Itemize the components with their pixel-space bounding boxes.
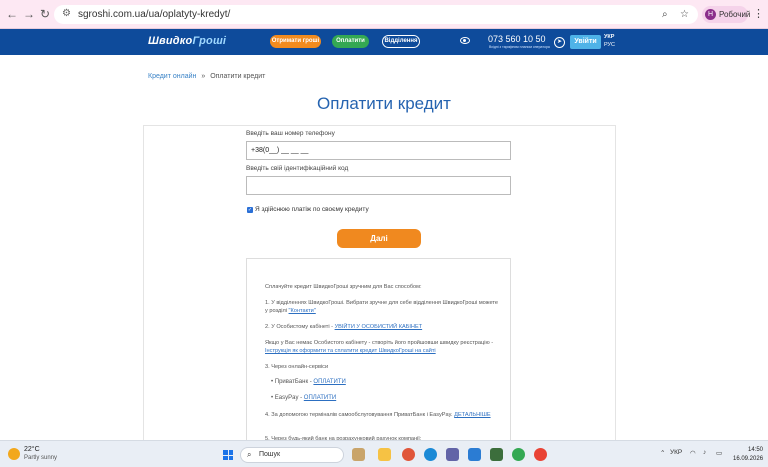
clock-date: 16.09.2026 (733, 456, 764, 462)
volume-icon[interactable]: ♪ (703, 449, 706, 456)
windows-start-icon[interactable] (223, 450, 233, 460)
page-content: Кредит онлайн » Оплатити кредит Оплатити… (0, 55, 768, 448)
easypay-label: EasyPay - (274, 395, 303, 401)
info-note: Якщо у Вас немає Особистого кабінету - с… (265, 339, 500, 355)
edge-icon[interactable] (424, 448, 437, 461)
teams-icon[interactable] (446, 448, 459, 461)
chrome-icon[interactable] (534, 448, 547, 461)
get-money-button[interactable]: Отримати гроші (270, 35, 321, 48)
clock[interactable]: 14:50 16.09.2026 (733, 446, 763, 464)
keyboard-lang[interactable]: УКР (670, 449, 682, 456)
taskbar-search-text: Пошук (259, 451, 281, 458)
next-button[interactable]: Далі (337, 229, 421, 248)
login-button[interactable]: Увійти (570, 35, 601, 49)
app-icon-3[interactable] (402, 448, 415, 461)
search-icon: ⌕ (247, 450, 252, 459)
own-credit-checkbox[interactable]: ✓ (247, 207, 253, 213)
logo-text-2: Гроші (192, 35, 227, 47)
info-item-2-text: 2. У Особистому кабінеті - (265, 324, 334, 330)
id-code-label: Введіть свій ідентифікаційний код (246, 165, 349, 172)
site-info-icon[interactable]: ⚙ (62, 8, 71, 19)
telegram-icon[interactable]: ➤ (554, 37, 565, 48)
logo-text-1: Швидко (148, 35, 193, 47)
profile-name: Робочий (719, 10, 751, 19)
phone-note: Вхідні з тарифним планом оператора (489, 45, 550, 49)
tray-arrow-icon[interactable]: ⌃ (660, 449, 665, 457)
windows-taskbar: 22°C Partly sunny ⌕ Пошук ⌃ УКР ◠ ♪ ▭ 14… (0, 440, 768, 467)
info-item-2: 2. У Особистому кабінеті - УВІЙТИ У ОСОБ… (265, 323, 500, 331)
breadcrumb: Кредит онлайн » Оплатити кредит (148, 73, 265, 80)
bookmark-star-icon[interactable]: ☆ (680, 9, 689, 20)
phone-label: Введіть ваш номер телефону (246, 130, 335, 137)
site-header: ШвидкоГроші Отримати гроші Оплатити Відд… (0, 29, 768, 55)
taskbar-search[interactable]: ⌕ Пошук (240, 447, 344, 463)
url-text[interactable]: sgroshi.com.ua/ua/oplatyty-kredyt/ (78, 9, 230, 20)
info-item-3: 3. Через онлайн-сервіси (265, 364, 329, 370)
id-code-input[interactable] (246, 176, 511, 195)
weather-temp[interactable]: 22°C (24, 446, 40, 453)
info-item-1: 1. У відділеннях ШвидкоГроші. Вибрати зр… (265, 299, 500, 315)
lang-ua[interactable]: УКР (604, 34, 614, 40)
breadcrumb-current: Оплатити кредит (210, 73, 266, 80)
weather-desc[interactable]: Partly sunny (24, 455, 57, 461)
info-item-4-text: 4. За допомогою терміналів самообслугову… (265, 412, 453, 418)
info-note-text: Якщо у Вас немає Особистого кабінету - с… (265, 340, 494, 346)
own-credit-checkbox-label[interactable]: Я здійснюю платіж по своєму кредиту (255, 206, 369, 213)
breadcrumb-home[interactable]: Кредит онлайн (148, 73, 196, 80)
privatbank-label: ПриватБанк - (274, 379, 312, 385)
branches-button[interactable]: Відділення (382, 35, 420, 48)
avatar: Н (705, 9, 716, 20)
info-item-4: 4. За допомогою терміналів самообслугову… (265, 411, 500, 419)
pay-button[interactable]: Оплатити (332, 35, 369, 48)
forward-icon[interactable]: → (22, 7, 36, 21)
battery-icon[interactable]: ▭ (716, 449, 722, 457)
weather-sun-icon[interactable] (8, 448, 20, 460)
reload-icon[interactable]: ↻ (38, 7, 52, 21)
page-title: Оплатити кредит (317, 94, 451, 113)
browser-toolbar: ← → ↻ ⚙ sgroshi.com.ua/ua/oplatyty-kredy… (0, 0, 768, 29)
breadcrumb-separator: » (201, 73, 206, 80)
back-icon[interactable]: ← (5, 7, 19, 21)
info-intro: Сплачуйте кредит ШвидкоГроші зручним для… (265, 284, 422, 290)
phone-input[interactable]: +38(0__) __ __ __ (246, 141, 511, 160)
widget-app-icon[interactable] (352, 448, 365, 461)
privatbank-pay-link[interactable]: ОПЛАТИТИ (313, 379, 345, 385)
profile-button[interactable]: Н Робочий (702, 6, 751, 23)
app-icon-8[interactable] (512, 448, 525, 461)
cabinet-link[interactable]: УВІЙТИ У ОСОБИСТИЙ КАБІНЕТ (335, 324, 423, 330)
contacts-link[interactable]: "Контакти" (289, 308, 316, 314)
lang-ru[interactable]: РУС (604, 42, 615, 48)
instruction-link[interactable]: Інструкція як оформити та сплатити креди… (265, 348, 436, 354)
zoom-icon[interactable]: ⌕ (662, 9, 668, 20)
accessibility-eye-icon[interactable] (460, 37, 470, 44)
app-icon-7[interactable] (490, 448, 503, 461)
easypay-item: • EasyPay - ОПЛАТИТИ (271, 395, 337, 401)
phone-number[interactable]: 073 560 10 50 (488, 34, 546, 44)
payment-info-box: Сплачуйте кредит ШвидкоГроші зручним для… (246, 258, 511, 448)
browser-menu-icon[interactable]: ⋮ (753, 7, 764, 20)
details-link[interactable]: ДЕТАЛЬНІШЕ (454, 412, 490, 418)
clock-time: 14:50 (747, 447, 763, 453)
outlook-icon[interactable] (468, 448, 481, 461)
easypay-pay-link[interactable]: ОПЛАТИТИ (304, 395, 336, 401)
privatbank-item: • ПриватБанк - ОПЛАТИТИ (271, 379, 346, 385)
address-bar[interactable]: ⚙ sgroshi.com.ua/ua/oplatyty-kredyt/ ⌕ ☆ (54, 5, 698, 24)
wifi-icon[interactable]: ◠ (690, 449, 696, 457)
file-explorer-icon[interactable] (378, 448, 391, 461)
site-logo[interactable]: ШвидкоГроші (148, 35, 226, 47)
